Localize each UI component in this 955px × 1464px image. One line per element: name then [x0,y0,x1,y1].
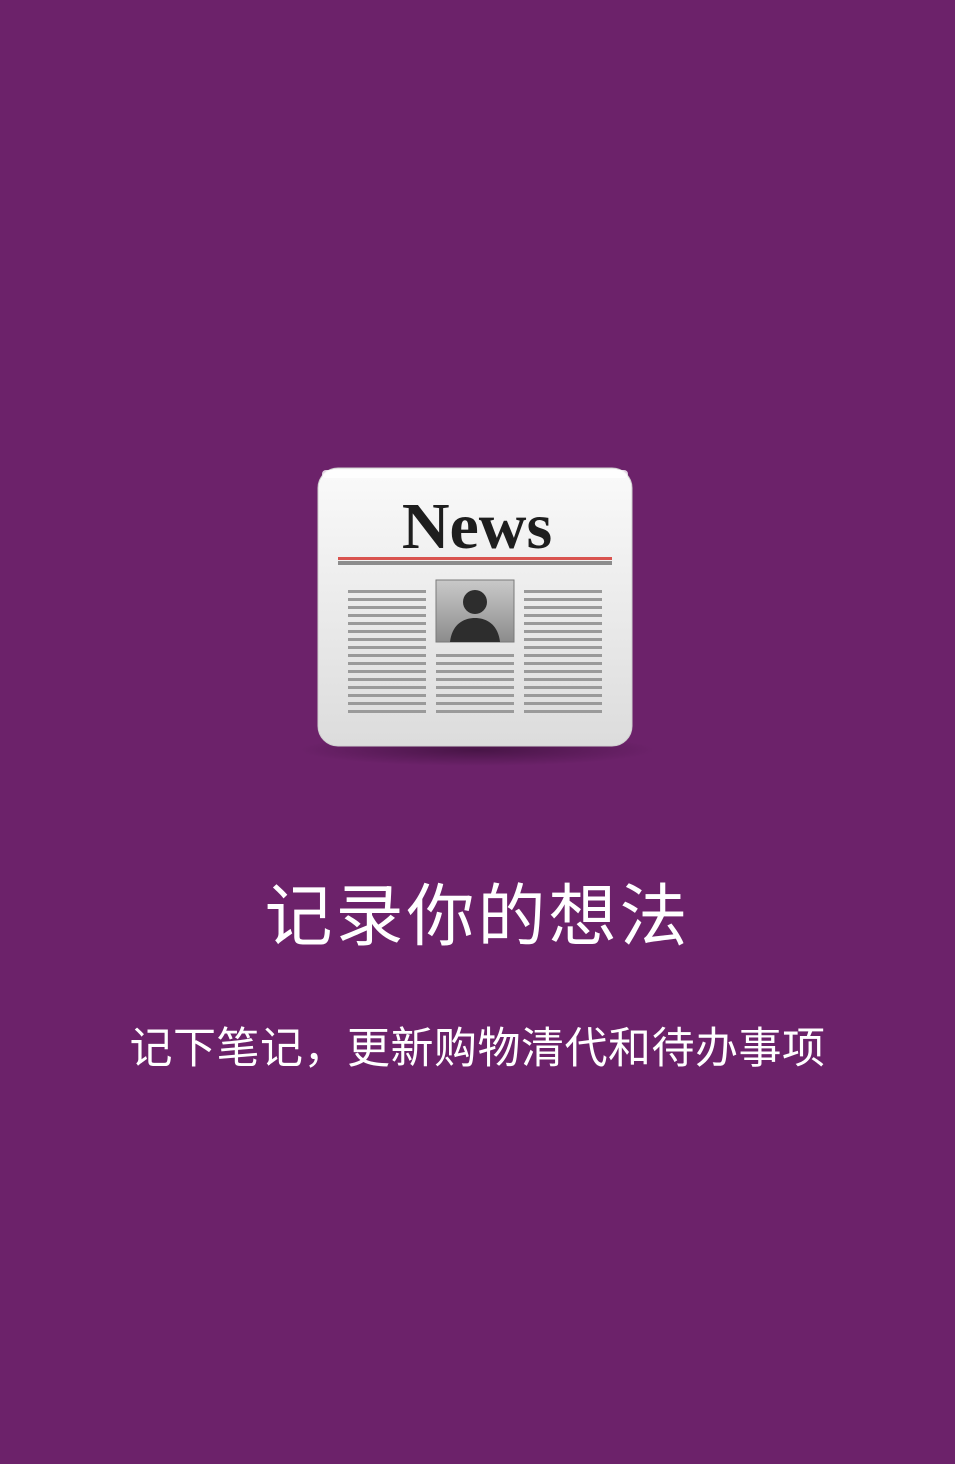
newspaper-text-line [348,654,426,657]
newspaper-text-line [348,630,426,633]
newspaper-text-line [348,710,426,713]
newspaper-text-line [524,598,602,601]
newspaper-text-line [436,694,514,697]
newspaper-text-line [524,686,602,689]
newspaper-text-line [436,662,514,665]
newspaper-text-line [524,710,602,713]
newspaper-text-line [524,670,602,673]
newspaper-text-line [348,638,426,641]
splash-screen: News 记录你的想法 记下笔记，更新购物清代和待办事项 [0,0,955,1464]
newspaper-text-line [524,694,602,697]
newspaper-text-line [348,622,426,625]
app-logo: News [296,462,658,772]
newspaper-text-line [524,662,602,665]
newspaper-text-line [436,710,514,713]
newspaper-text-line [524,654,602,657]
newspaper-text-line [348,606,426,609]
newspaper-text-line [524,702,602,705]
newspaper-text-line [348,702,426,705]
newspaper-text-line [348,662,426,665]
newspaper-text-line [524,646,602,649]
newspaper-text-line [348,686,426,689]
newspaper-text-line [524,630,602,633]
newspaper-text-line [524,614,602,617]
newspaper-text-line [348,598,426,601]
newspaper-text-line [436,678,514,681]
newspaper-text-line [524,606,602,609]
newspaper-text-line [436,686,514,689]
page-title: 记录你的想法 [264,878,691,957]
masthead-text: News [402,490,552,563]
newspaper-text-line [524,622,602,625]
newspaper-text-line [348,590,426,593]
newspaper-text-line [436,702,514,705]
newspaper-icon: News [299,467,655,766]
newspaper-text-line [348,646,426,649]
newspaper-text-line [524,590,602,593]
newspaper-text-line [348,694,426,697]
newspaper-text-line [524,678,602,681]
newspaper-text-line [436,654,514,657]
newspaper-text-line [524,638,602,641]
page-subtitle: 记下笔记，更新购物清代和待办事项 [129,1024,826,1074]
newspaper-text-line [348,678,426,681]
newspaper-text-line [436,670,514,673]
newspaper-text-line [348,614,426,617]
newspaper-text-line [348,670,426,673]
